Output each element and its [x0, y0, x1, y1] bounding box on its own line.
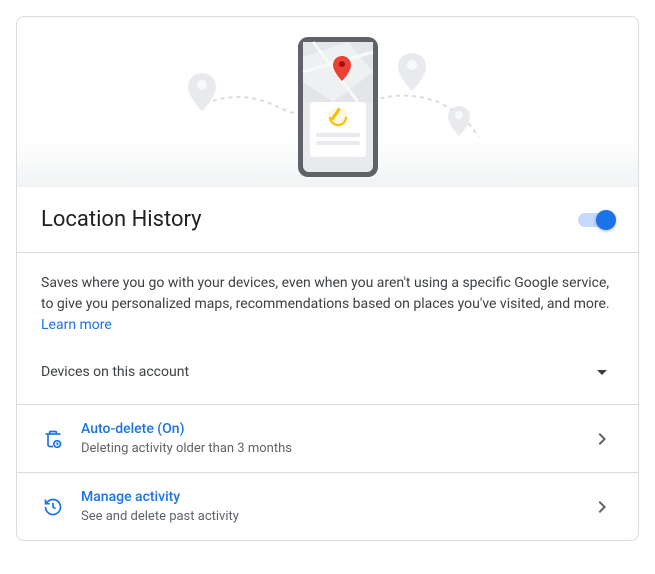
map-phone-illustration: [138, 27, 518, 177]
description-body: Saves where you go with your devices, ev…: [41, 275, 610, 312]
title-row: Location History: [17, 187, 638, 253]
chevron-down-icon: [590, 360, 614, 384]
auto-delete-content: Auto-delete (On) Deleting activity older…: [81, 421, 590, 456]
manage-activity-subtitle: See and delete past activity: [81, 509, 590, 524]
learn-more-link[interactable]: Learn more: [41, 317, 112, 333]
page-title: Location History: [41, 207, 202, 232]
location-history-card: Location History Saves where you go with…: [16, 16, 639, 541]
auto-delete-subtitle: Deleting activity older than 3 months: [81, 441, 590, 456]
devices-label: Devices on this account: [41, 364, 189, 380]
auto-delete-row[interactable]: Auto-delete (On) Deleting activity older…: [17, 405, 638, 473]
auto-delete-title: Auto-delete (On): [81, 421, 590, 437]
history-icon: [41, 495, 65, 519]
manage-activity-row[interactable]: Manage activity See and delete past acti…: [17, 473, 638, 540]
manage-activity-content: Manage activity See and delete past acti…: [81, 489, 590, 524]
description-text: Saves where you go with your devices, ev…: [41, 273, 614, 336]
devices-expand-row[interactable]: Devices on this account: [41, 336, 614, 384]
auto-delete-icon: [41, 427, 65, 451]
hero-illustration: [17, 17, 638, 187]
manage-activity-title: Manage activity: [81, 489, 590, 505]
description-section: Saves where you go with your devices, ev…: [17, 253, 638, 405]
chevron-right-icon: [590, 495, 614, 519]
switch-thumb: [596, 210, 616, 230]
chevron-right-icon: [590, 427, 614, 451]
location-history-toggle[interactable]: [578, 210, 614, 230]
